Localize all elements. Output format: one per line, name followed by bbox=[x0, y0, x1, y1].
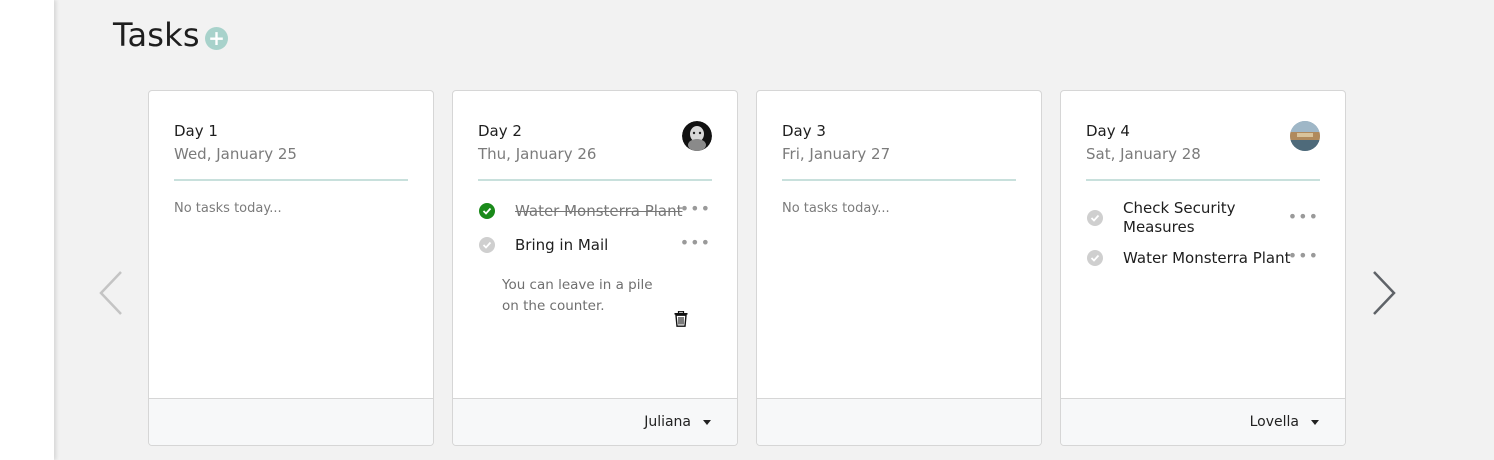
avatar[interactable] bbox=[1290, 121, 1320, 151]
date-label: Wed, January 25 bbox=[174, 145, 297, 163]
trash-icon[interactable] bbox=[674, 310, 688, 331]
next-days-button[interactable] bbox=[1370, 270, 1398, 320]
divider bbox=[1086, 179, 1320, 181]
checkmark-icon[interactable] bbox=[479, 237, 495, 253]
avatar[interactable] bbox=[682, 121, 712, 151]
page-title: Tasks bbox=[113, 16, 200, 54]
caret-down-icon bbox=[1311, 419, 1319, 425]
checkmark-icon[interactable] bbox=[1087, 250, 1103, 266]
assignee-name: Lovella bbox=[1249, 414, 1299, 430]
task-item[interactable]: Water Monsterra Plant ••• bbox=[478, 201, 712, 222]
chevron-right-icon bbox=[1373, 271, 1396, 315]
task-title: Bring in Mail bbox=[515, 236, 609, 254]
assignee-name: Juliana bbox=[644, 414, 691, 430]
caret-down-icon bbox=[703, 419, 711, 425]
day-label: Day 4 bbox=[1086, 122, 1130, 140]
left-sidebar bbox=[0, 0, 54, 460]
plus-icon: + bbox=[208, 26, 225, 50]
checkmark-icon[interactable] bbox=[479, 203, 495, 219]
date-label: Thu, January 26 bbox=[478, 145, 597, 163]
checkmark-icon[interactable] bbox=[1087, 210, 1103, 226]
date-label: Sat, January 28 bbox=[1086, 145, 1201, 163]
task-title: Water Monsterra Plant bbox=[515, 202, 683, 220]
task-item[interactable]: Water Monsterra Plant ••• bbox=[1086, 248, 1320, 269]
card-footer: Juliana bbox=[453, 398, 737, 445]
chevron-left-icon bbox=[99, 271, 122, 315]
assignee-dropdown[interactable]: Juliana bbox=[644, 414, 711, 430]
task-title: Check Security Measures bbox=[1123, 199, 1236, 236]
more-options-icon[interactable]: ••• bbox=[1288, 248, 1319, 264]
more-options-icon[interactable]: ••• bbox=[680, 235, 711, 251]
card-footer bbox=[757, 398, 1041, 445]
assignee-dropdown[interactable]: Lovella bbox=[1250, 414, 1319, 430]
empty-state: No tasks today... bbox=[174, 201, 282, 216]
date-label: Fri, January 27 bbox=[782, 145, 891, 163]
day-card-1: Day 1 Wed, January 25 No tasks today... bbox=[148, 90, 434, 446]
day-card-3: Day 3 Fri, January 27 No tasks today... bbox=[756, 90, 1042, 446]
task-note: You can leave in a pile on the counter. bbox=[502, 277, 653, 314]
previous-days-button[interactable] bbox=[97, 270, 125, 320]
task-item[interactable]: Bring in Mail ••• bbox=[478, 235, 712, 256]
day-label: Day 1 bbox=[174, 122, 218, 140]
day-label: Day 2 bbox=[478, 122, 522, 140]
task-item[interactable]: Check Security Measures ••• bbox=[1086, 199, 1320, 239]
add-task-button[interactable]: + bbox=[205, 27, 228, 50]
day-card-2: Day 2 Thu, January 26 Water Monsterra Pl… bbox=[452, 90, 738, 446]
task-title: Water Monsterra Plant bbox=[1123, 249, 1291, 267]
day-label: Day 3 bbox=[782, 122, 826, 140]
empty-state: No tasks today... bbox=[782, 201, 890, 216]
card-footer: Lovella bbox=[1061, 398, 1345, 445]
divider bbox=[174, 179, 408, 181]
day-card-4: Day 4 Sat, January 28 Check Security Mea… bbox=[1060, 90, 1346, 446]
divider bbox=[782, 179, 1016, 181]
divider bbox=[478, 179, 712, 181]
card-footer bbox=[149, 398, 433, 445]
more-options-icon[interactable]: ••• bbox=[1288, 209, 1319, 225]
more-options-icon[interactable]: ••• bbox=[680, 201, 711, 217]
